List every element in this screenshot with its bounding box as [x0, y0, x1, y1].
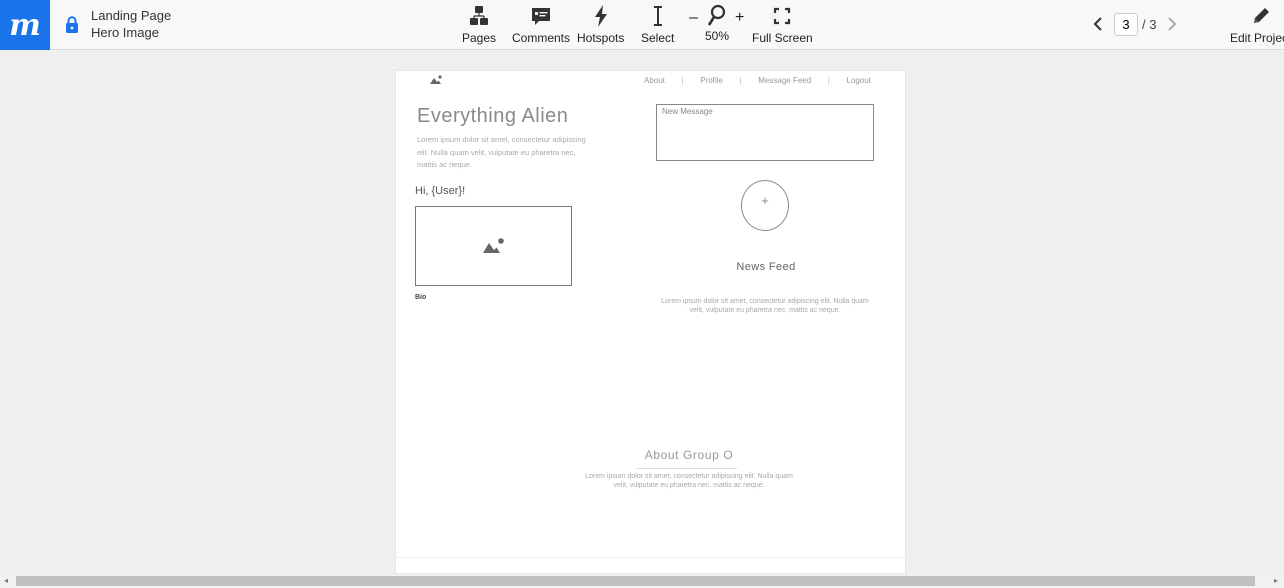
- hotspots-label: Hotspots: [577, 31, 625, 45]
- scroll-right-icon[interactable]: ▸: [1274, 577, 1282, 585]
- fullscreen-icon: [774, 7, 791, 25]
- zoom-in-button[interactable]: +: [735, 9, 744, 27]
- select-label: Select: [641, 31, 675, 45]
- pencil-icon: [1253, 8, 1269, 23]
- bio-label: Bio: [415, 294, 427, 301]
- about-group-title: About Group O: [644, 448, 734, 462]
- divider: [637, 468, 737, 469]
- app-logo[interactable]: m: [0, 0, 50, 50]
- comment-icon: [532, 8, 550, 25]
- top-toolbar: m Landing Page Hero Image Pages Comments…: [0, 0, 1284, 50]
- next-page-button[interactable]: [1164, 12, 1180, 36]
- fullscreen-button[interactable]: Full Screen: [752, 4, 813, 46]
- comments-label: Comments: [512, 31, 571, 45]
- pages-icon: [470, 6, 489, 25]
- magnifier-icon: [707, 4, 726, 26]
- image-placeholder-icon: [430, 75, 442, 84]
- divider: [396, 557, 905, 558]
- nav-message-feed[interactable]: Message Feed: [758, 76, 811, 85]
- select-button[interactable]: Select: [641, 4, 674, 46]
- news-feed-text: Lorem ipsum dolor sit amet, consectetur …: [661, 298, 869, 314]
- scrollbar-thumb[interactable]: [16, 576, 1255, 586]
- nav-about[interactable]: About: [644, 76, 665, 85]
- page-pager: / 3: [1090, 12, 1180, 36]
- edit-project-label: Edit Project: [1230, 31, 1284, 45]
- user-greeting: Hi, {User}!: [415, 185, 466, 197]
- zoom-value: 50%: [705, 29, 730, 43]
- pages-label: Pages: [462, 31, 497, 45]
- hotspots-button[interactable]: Hotspots: [577, 4, 624, 46]
- screen-name[interactable]: Hero Image: [91, 24, 171, 41]
- nav-separator: |: [681, 76, 684, 85]
- lightning-icon: [594, 5, 607, 27]
- hero-text: Lorem ipsum dolor sit amet, consectetur …: [417, 135, 586, 169]
- pages-button[interactable]: Pages: [462, 4, 496, 46]
- hero-title: Everything Alien: [417, 105, 569, 127]
- horizontal-scrollbar[interactable]: ◂ ▸: [0, 574, 1284, 588]
- edit-project-button[interactable]: Edit Project: [1230, 4, 1284, 46]
- page-total: / 3: [1142, 16, 1157, 32]
- project-name[interactable]: Landing Page: [91, 7, 171, 24]
- chevron-left-icon: [1093, 17, 1102, 31]
- fullscreen-label: Full Screen: [752, 31, 813, 45]
- image-placeholder-icon: [482, 238, 504, 253]
- profile-image-placeholder: [415, 206, 572, 286]
- nav-separator: |: [739, 76, 742, 85]
- scroll-left-icon[interactable]: ◂: [4, 577, 12, 585]
- nav-logout[interactable]: Logout: [847, 76, 871, 85]
- prev-page-button[interactable]: [1090, 12, 1106, 36]
- about-group-text: Lorem ipsum dolor sit amet, consectetur …: [585, 473, 793, 489]
- lock-icon: [66, 16, 78, 33]
- nav-profile[interactable]: Profile: [700, 76, 723, 85]
- project-breadcrumb: Landing Page Hero Image: [91, 7, 171, 41]
- mockup-nav: About | Profile | Message Feed | Logout: [644, 76, 871, 85]
- add-post-button[interactable]: +: [741, 180, 789, 231]
- news-feed-title: News Feed: [736, 261, 796, 273]
- comments-button[interactable]: Comments: [512, 4, 570, 46]
- zoom-control[interactable]: 50%: [705, 4, 729, 46]
- page-number-input[interactable]: [1114, 12, 1138, 36]
- nav-separator: |: [827, 76, 830, 85]
- chevron-right-icon: [1168, 17, 1177, 31]
- zoom-out-button[interactable]: –: [689, 9, 698, 27]
- text-cursor-icon: [653, 6, 662, 26]
- prototype-canvas: About | Profile | Message Feed | Logout …: [395, 70, 906, 574]
- new-message-input[interactable]: New Message: [656, 104, 874, 161]
